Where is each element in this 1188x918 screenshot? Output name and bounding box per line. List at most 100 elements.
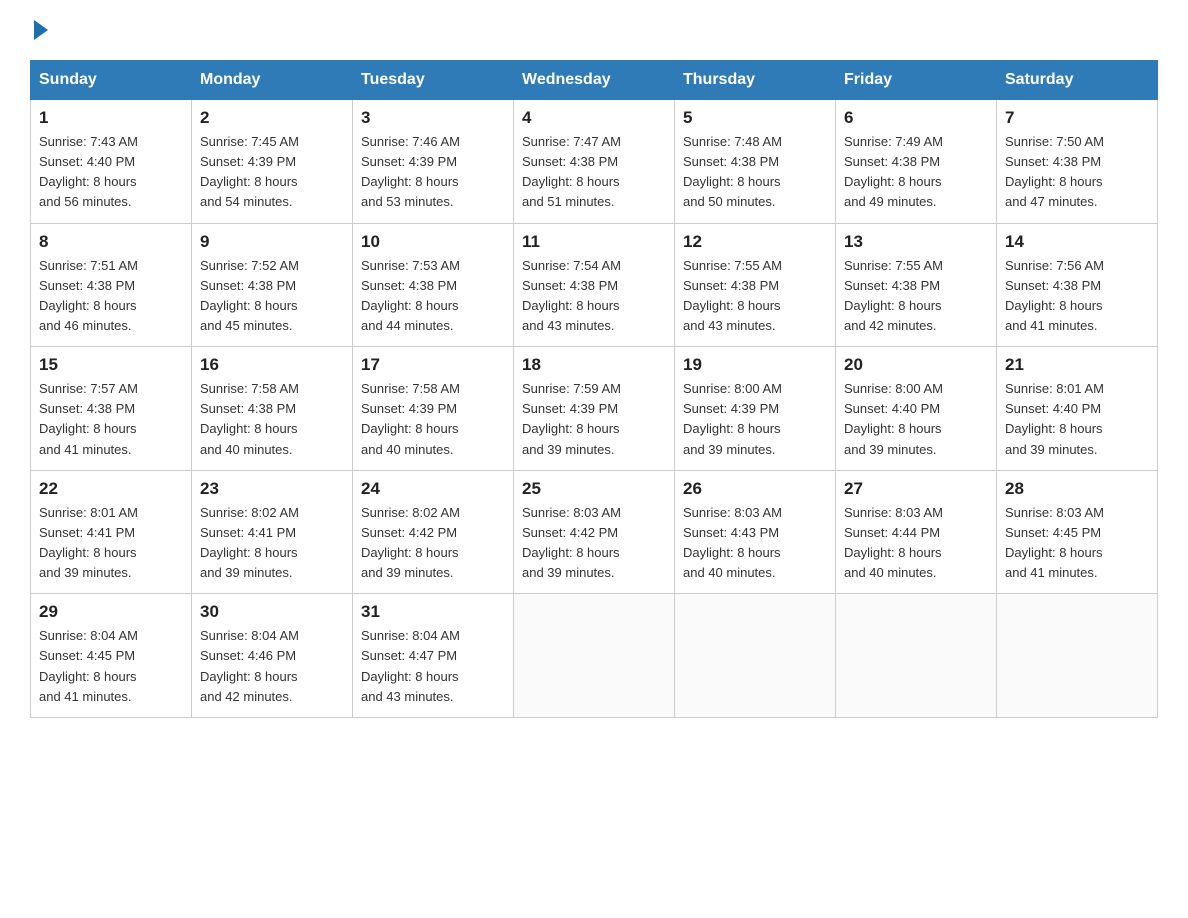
day-number: 6 — [844, 108, 988, 128]
day-number: 18 — [522, 355, 666, 375]
day-number: 15 — [39, 355, 183, 375]
day-number: 5 — [683, 108, 827, 128]
day-info: Sunrise: 7:57 AMSunset: 4:38 PMDaylight:… — [39, 379, 183, 460]
day-info: Sunrise: 8:03 AMSunset: 4:43 PMDaylight:… — [683, 503, 827, 584]
calendar-cell: 23 Sunrise: 8:02 AMSunset: 4:41 PMDayligh… — [192, 470, 353, 594]
calendar-cell: 4Sunrise: 7:47 AMSunset: 4:38 PMDaylight… — [514, 100, 675, 224]
day-number: 21 — [1005, 355, 1149, 375]
calendar-cell: 9Sunrise: 7:52 AMSunset: 4:38 PMDaylight… — [192, 223, 353, 347]
day-number: 2 — [200, 108, 344, 128]
day-number: 16 — [200, 355, 344, 375]
day-info: Sunrise: 7:56 AMSunset: 4:38 PMDaylight:… — [1005, 256, 1149, 337]
page-header — [30, 20, 1158, 40]
calendar-cell: 27 Sunrise: 8:03 AMSunset: 4:44 PMDayligh… — [836, 470, 997, 594]
day-info: Sunrise: 8:02 AMSunset: 4:41 PMDaylight:… — [200, 503, 344, 584]
calendar-header-row: SundayMondayTuesdayWednesdayThursdayFrid… — [31, 61, 1158, 100]
day-info: Sunrise: 8:03 AMSunset: 4:45 PMDaylight:… — [1005, 503, 1149, 584]
day-info: Sunrise: 7:55 AMSunset: 4:38 PMDaylight:… — [844, 256, 988, 337]
day-number: 10 — [361, 232, 505, 252]
col-header-tuesday: Tuesday — [353, 61, 514, 100]
calendar-week-row: 29 Sunrise: 8:04 AMSunset: 4:45 PMDayligh… — [31, 594, 1158, 718]
day-info: Sunrise: 7:43 AMSunset: 4:40 PMDaylight:… — [39, 132, 183, 213]
calendar-week-row: 15 Sunrise: 7:57 AMSunset: 4:38 PMDayligh… — [31, 347, 1158, 471]
calendar-cell: 11Sunrise: 7:54 AMSunset: 4:38 PMDayligh… — [514, 223, 675, 347]
day-number: 8 — [39, 232, 183, 252]
calendar-cell: 25Sunrise: 8:03 AMSunset: 4:42 PMDayligh… — [514, 470, 675, 594]
col-header-monday: Monday — [192, 61, 353, 100]
day-info: Sunrise: 8:00 AMSunset: 4:39 PMDaylight:… — [683, 379, 827, 460]
calendar-cell: 16 Sunrise: 7:58 AMSunset: 4:38 PMDayligh… — [192, 347, 353, 471]
day-number: 1 — [39, 108, 183, 128]
day-number: 22 — [39, 479, 183, 499]
logo — [30, 20, 48, 40]
day-info: Sunrise: 8:04 AMSunset: 4:46 PMDaylight:… — [200, 626, 344, 707]
day-number: 12 — [683, 232, 827, 252]
day-number: 27 — [844, 479, 988, 499]
calendar-cell: 13Sunrise: 7:55 AMSunset: 4:38 PMDayligh… — [836, 223, 997, 347]
calendar-cell: 8 Sunrise: 7:51 AMSunset: 4:38 PMDaylight… — [31, 223, 192, 347]
day-info: Sunrise: 8:01 AMSunset: 4:40 PMDaylight:… — [1005, 379, 1149, 460]
calendar-cell: 10 Sunrise: 7:53 AMSunset: 4:38 PMDayligh… — [353, 223, 514, 347]
calendar-cell: 20Sunrise: 8:00 AMSunset: 4:40 PMDayligh… — [836, 347, 997, 471]
calendar-week-row: 22 Sunrise: 8:01 AMSunset: 4:41 PMDayligh… — [31, 470, 1158, 594]
col-header-wednesday: Wednesday — [514, 61, 675, 100]
day-info: Sunrise: 7:50 AMSunset: 4:38 PMDaylight:… — [1005, 132, 1149, 213]
day-info: Sunrise: 7:51 AMSunset: 4:38 PMDaylight:… — [39, 256, 183, 337]
day-info: Sunrise: 8:01 AMSunset: 4:41 PMDaylight:… — [39, 503, 183, 584]
day-info: Sunrise: 8:04 AMSunset: 4:47 PMDaylight:… — [361, 626, 505, 707]
day-info: Sunrise: 7:59 AMSunset: 4:39 PMDaylight:… — [522, 379, 666, 460]
day-info: Sunrise: 7:52 AMSunset: 4:38 PMDaylight:… — [200, 256, 344, 337]
calendar-cell — [997, 594, 1158, 718]
calendar-cell: 31 Sunrise: 8:04 AMSunset: 4:47 PMDayligh… — [353, 594, 514, 718]
col-header-sunday: Sunday — [31, 61, 192, 100]
day-info: Sunrise: 7:58 AMSunset: 4:39 PMDaylight:… — [361, 379, 505, 460]
day-number: 26 — [683, 479, 827, 499]
day-number: 7 — [1005, 108, 1149, 128]
calendar-cell: 5 Sunrise: 7:48 AMSunset: 4:38 PMDaylight… — [675, 100, 836, 224]
calendar-cell: 14 Sunrise: 7:56 AMSunset: 4:38 PMDayligh… — [997, 223, 1158, 347]
col-header-thursday: Thursday — [675, 61, 836, 100]
day-info: Sunrise: 7:55 AMSunset: 4:38 PMDaylight:… — [683, 256, 827, 337]
calendar-cell: 2Sunrise: 7:45 AMSunset: 4:39 PMDaylight… — [192, 100, 353, 224]
day-info: Sunrise: 7:48 AMSunset: 4:38 PMDaylight:… — [683, 132, 827, 213]
calendar-cell — [514, 594, 675, 718]
calendar-cell: 30 Sunrise: 8:04 AMSunset: 4:46 PMDayligh… — [192, 594, 353, 718]
day-number: 14 — [1005, 232, 1149, 252]
day-number: 19 — [683, 355, 827, 375]
day-number: 4 — [522, 108, 666, 128]
calendar-cell: 3 Sunrise: 7:46 AMSunset: 4:39 PMDaylight… — [353, 100, 514, 224]
calendar-cell: 28 Sunrise: 8:03 AMSunset: 4:45 PMDayligh… — [997, 470, 1158, 594]
calendar-table: SundayMondayTuesdayWednesdayThursdayFrid… — [30, 60, 1158, 718]
calendar-cell: 21 Sunrise: 8:01 AMSunset: 4:40 PMDayligh… — [997, 347, 1158, 471]
day-info: Sunrise: 8:03 AMSunset: 4:44 PMDaylight:… — [844, 503, 988, 584]
calendar-cell — [836, 594, 997, 718]
day-number: 28 — [1005, 479, 1149, 499]
calendar-cell: 17 Sunrise: 7:58 AMSunset: 4:39 PMDayligh… — [353, 347, 514, 471]
day-number: 29 — [39, 602, 183, 622]
calendar-cell: 7 Sunrise: 7:50 AMSunset: 4:38 PMDaylight… — [997, 100, 1158, 224]
day-number: 25 — [522, 479, 666, 499]
day-number: 17 — [361, 355, 505, 375]
calendar-cell: 24Sunrise: 8:02 AMSunset: 4:42 PMDayligh… — [353, 470, 514, 594]
calendar-cell: 26 Sunrise: 8:03 AMSunset: 4:43 PMDayligh… — [675, 470, 836, 594]
calendar-cell: 22 Sunrise: 8:01 AMSunset: 4:41 PMDayligh… — [31, 470, 192, 594]
day-info: Sunrise: 7:46 AMSunset: 4:39 PMDaylight:… — [361, 132, 505, 213]
calendar-cell: 6 Sunrise: 7:49 AMSunset: 4:38 PMDaylight… — [836, 100, 997, 224]
day-info: Sunrise: 7:49 AMSunset: 4:38 PMDaylight:… — [844, 132, 988, 213]
day-number: 30 — [200, 602, 344, 622]
col-header-saturday: Saturday — [997, 61, 1158, 100]
day-number: 23 — [200, 479, 344, 499]
day-number: 24 — [361, 479, 505, 499]
calendar-cell — [675, 594, 836, 718]
day-number: 3 — [361, 108, 505, 128]
calendar-cell: 1 Sunrise: 7:43 AMSunset: 4:40 PMDaylight… — [31, 100, 192, 224]
calendar-cell: 12 Sunrise: 7:55 AMSunset: 4:38 PMDayligh… — [675, 223, 836, 347]
calendar-cell: 29 Sunrise: 8:04 AMSunset: 4:45 PMDayligh… — [31, 594, 192, 718]
day-info: Sunrise: 8:04 AMSunset: 4:45 PMDaylight:… — [39, 626, 183, 707]
day-info: Sunrise: 7:58 AMSunset: 4:38 PMDaylight:… — [200, 379, 344, 460]
day-info: Sunrise: 7:53 AMSunset: 4:38 PMDaylight:… — [361, 256, 505, 337]
calendar-week-row: 1 Sunrise: 7:43 AMSunset: 4:40 PMDaylight… — [31, 100, 1158, 224]
day-info: Sunrise: 8:00 AMSunset: 4:40 PMDaylight:… — [844, 379, 988, 460]
calendar-week-row: 8 Sunrise: 7:51 AMSunset: 4:38 PMDaylight… — [31, 223, 1158, 347]
day-number: 31 — [361, 602, 505, 622]
